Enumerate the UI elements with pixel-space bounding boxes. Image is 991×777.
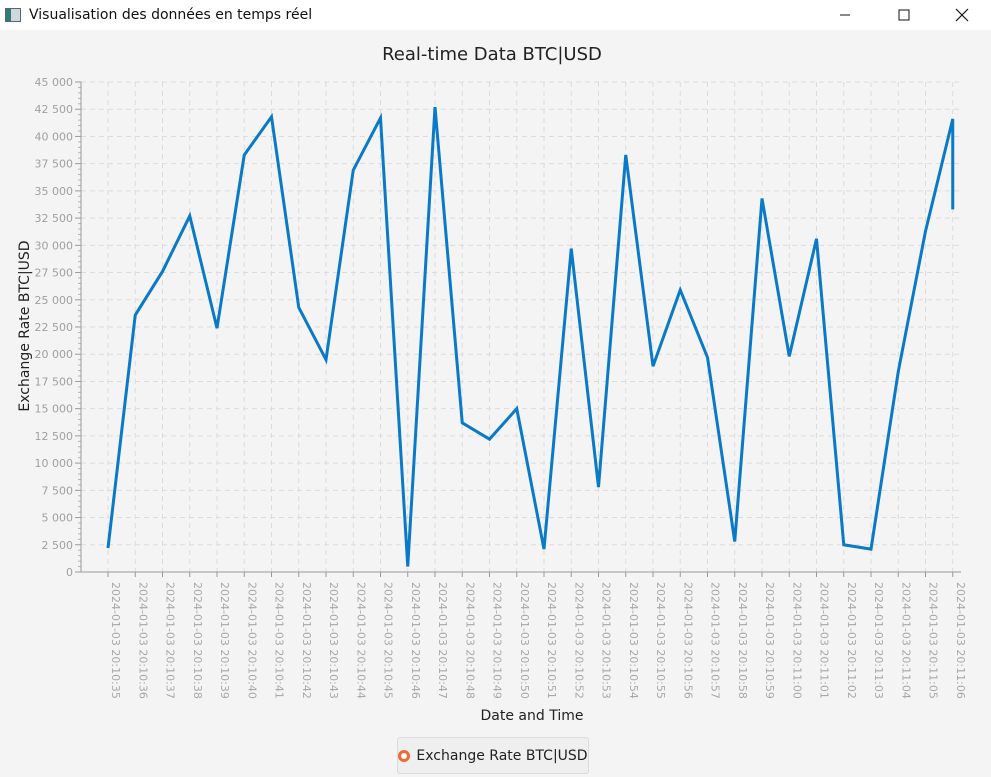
y-tick-label: 27 500: [35, 267, 74, 280]
x-tick-label: 2024-01-03 20:10:37: [164, 582, 177, 699]
y-tick-label: 45 000: [35, 76, 74, 89]
y-tick-label: 22 500: [35, 321, 74, 334]
y-tick-label: 12 500: [35, 430, 74, 443]
y-tick-label: 17 500: [35, 375, 74, 388]
legend-label: Exchange Rate BTC|USD: [416, 747, 588, 764]
y-axis-label: Exchange Rate BTC|USD: [17, 240, 33, 411]
series-line: [106, 106, 955, 567]
x-tick-label: 2024-01-03 20:10:46: [409, 582, 422, 699]
x-axis: 2024-01-03 20:10:35 2024-01-03 20:10:36 20…: [81, 571, 967, 699]
y-tick-label: 32 500: [35, 212, 74, 225]
x-tick-label: 2024-01-03 20:10:42: [300, 582, 313, 699]
x-tick-label: 2024-01-03 20:11:06: [954, 582, 967, 699]
x-tick-label: 2024-01-03 20:10:45: [382, 582, 395, 699]
chart-series: [106, 106, 955, 567]
maximize-button[interactable]: [875, 0, 933, 30]
y-tick-label: 15 000: [35, 403, 74, 416]
x-tick-label: 2024-01-03 20:11:04: [899, 582, 912, 699]
x-tick-label: 2024-01-03 20:10:52: [572, 582, 585, 699]
x-tick-label: 2024-01-03 20:11:03: [872, 582, 885, 699]
x-axis-label: Date and Time: [481, 708, 584, 724]
x-tick-label: 2024-01-03 20:10:47: [436, 582, 449, 699]
legend-symbol-icon: [398, 749, 411, 762]
y-tick-label: 7 500: [42, 484, 74, 497]
maximize-icon: [898, 9, 910, 21]
x-tick-label: 2024-01-03 20:11:01: [818, 582, 831, 699]
chart-legend: Exchange Rate BTC|USD: [397, 737, 589, 774]
x-tick-label: 2024-01-03 20:11:05: [927, 582, 940, 699]
x-tick-label: 2024-01-03 20:11:00: [790, 582, 803, 699]
x-tick-label: 2024-01-03 20:10:55: [654, 582, 667, 699]
x-tick-label: 2024-01-03 20:10:56: [681, 582, 694, 699]
close-icon: [955, 8, 969, 22]
x-tick-label: 2024-01-03 20:10:54: [627, 582, 640, 699]
window-title: Visualisation des données en temps réel: [29, 7, 313, 23]
x-tick-label: 2024-01-03 20:11:02: [845, 582, 858, 699]
x-tick-label: 2024-01-03 20:10:35: [109, 582, 122, 699]
x-tick-label: 2024-01-03 20:10:44: [354, 582, 367, 699]
window-titlebar: Visualisation des données en temps réel: [0, 0, 991, 30]
x-tick-label: 2024-01-03 20:10:49: [491, 582, 504, 699]
chart-title: Real-time Data BTC|USD: [382, 44, 602, 65]
y-tick-label: 30 000: [35, 239, 74, 252]
x-tick-label: 2024-01-03 20:10:36: [136, 582, 149, 699]
y-tick-label: 35 000: [35, 185, 74, 198]
y-tick-label: 42 500: [35, 103, 74, 116]
x-tick-label: 2024-01-03 20:10:40: [245, 582, 258, 699]
close-button[interactable]: [933, 0, 991, 30]
x-tick-label: 2024-01-03 20:10:39: [218, 582, 231, 699]
x-tick-label: 2024-01-03 20:10:59: [763, 582, 776, 699]
y-tick-label: 2 500: [42, 539, 74, 552]
y-tick-label: 40 000: [35, 130, 74, 143]
y-tick-label: 10 000: [35, 457, 74, 470]
y-tick-label: 5 000: [42, 512, 74, 525]
x-tick-label: 2024-01-03 20:10:51: [545, 582, 558, 699]
minimize-button[interactable]: [816, 0, 874, 30]
y-tick-label: 20 000: [35, 348, 74, 361]
y-tick-label: 37 500: [35, 158, 74, 171]
x-tick-label: 2024-01-03 20:10:41: [273, 582, 286, 699]
y-tick-label: 25 000: [35, 294, 74, 307]
app-window-icon: [5, 8, 21, 22]
line-chart: Real-time Data BTC|USD 0 2 500 5 000 7 500 1…: [17, 44, 967, 724]
x-tick-label: 2024-01-03 20:10:53: [600, 582, 613, 699]
y-tick-label: 0: [66, 566, 73, 579]
minimize-icon: [840, 14, 850, 16]
y-axis: 0 2 500 5 000 7 500 10 000 12 500 15 000 17 500…: [35, 76, 82, 579]
x-tick-label: 2024-01-03 20:10:50: [518, 582, 531, 699]
chart-area: Real-time Data BTC|USD 0 2 500 5 000 7 500 1…: [0, 30, 991, 777]
x-tick-label: 2024-01-03 20:10:57: [709, 582, 722, 699]
chart-grid: [81, 81, 961, 573]
x-tick-label: 2024-01-03 20:10:58: [736, 582, 749, 699]
x-tick-label: 2024-01-03 20:10:38: [191, 582, 204, 699]
x-tick-label: 2024-01-03 20:10:43: [327, 582, 340, 699]
x-tick-label: 2024-01-03 20:10:48: [463, 582, 476, 699]
